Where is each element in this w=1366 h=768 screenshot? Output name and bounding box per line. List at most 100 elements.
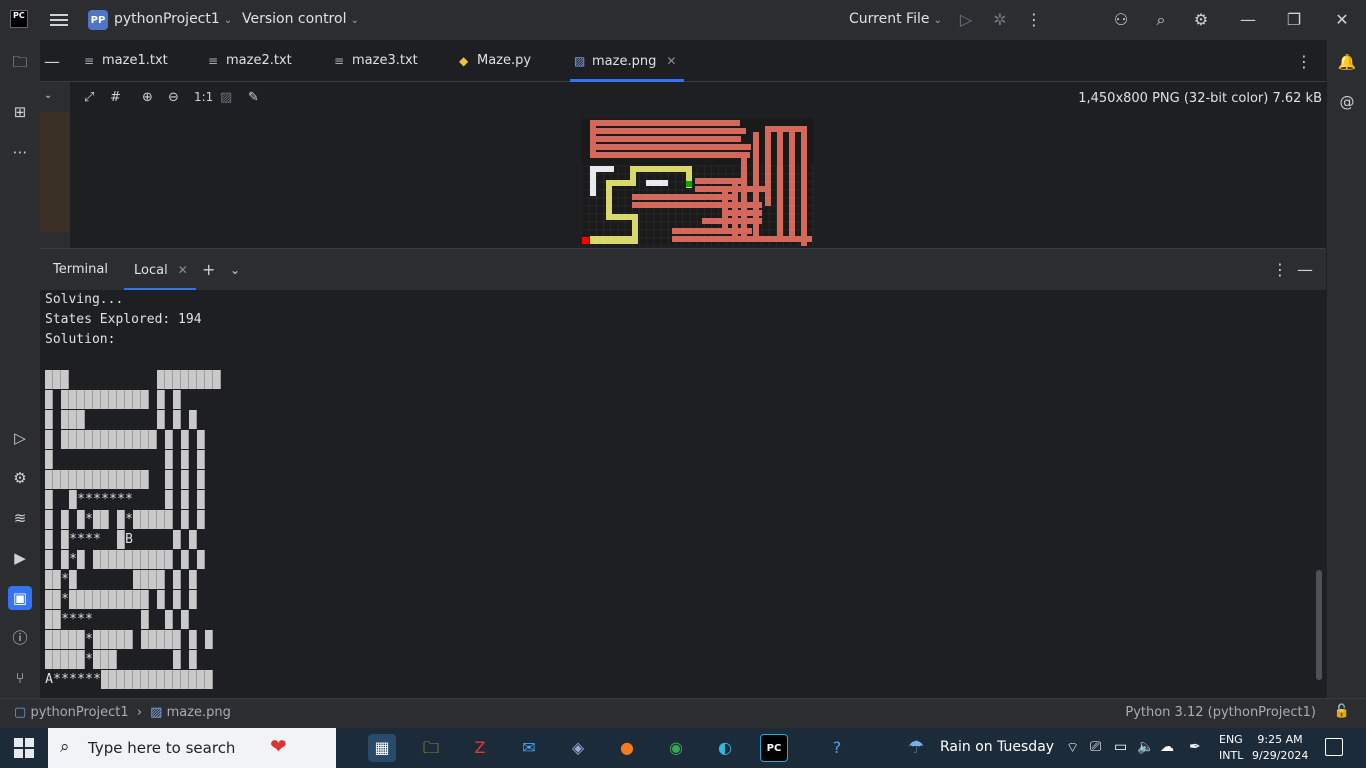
layers-icon[interactable]: ≋: [8, 506, 32, 530]
maze-wall-block: [801, 126, 807, 246]
help-icon[interactable]: ?: [823, 734, 851, 762]
maze-wall-cell: [77, 410, 85, 429]
maze-wall-cell: [189, 570, 197, 589]
interpreter-selector[interactable]: Python 3.12 (pythonProject1): [1125, 705, 1316, 720]
ai-assistant-icon[interactable]: @: [1335, 90, 1359, 114]
tab-maze2-txt[interactable]: ≡ maze2.txt: [204, 40, 292, 82]
windows-start-icon[interactable]: [14, 738, 34, 758]
debug-icon[interactable]: ✲: [990, 10, 1010, 30]
lock-icon[interactable]: 🔓: [1334, 704, 1350, 719]
minimize-icon[interactable]: —: [1238, 10, 1258, 30]
edge-icon[interactable]: ◐: [711, 734, 739, 762]
maze-cell: *: [85, 652, 93, 667]
project-badge[interactable]: PP: [88, 10, 108, 30]
meet-now-icon[interactable]: ⎚: [1090, 739, 1101, 755]
maze-wall-cell: [85, 430, 93, 449]
tab-maze1-txt[interactable]: ≡ maze1.txt: [80, 40, 168, 82]
grid-icon[interactable]: #: [110, 90, 121, 105]
weather-widget[interactable]: ☂ Rain on Tuesday: [908, 737, 1054, 758]
pen-icon[interactable]: ✒: [1189, 739, 1201, 755]
notes-app-icon[interactable]: ◈: [564, 734, 592, 762]
breadcrumb-project[interactable]: pythonProject1: [30, 705, 128, 720]
volume-icon[interactable]: 🔈: [1137, 739, 1154, 755]
problems-icon[interactable]: ⓘ: [8, 626, 32, 650]
maze-cell: [69, 510, 77, 529]
close-tab-icon[interactable]: ✕: [178, 263, 188, 277]
maze-cell: [165, 410, 173, 429]
maze-wall-cell: [181, 510, 189, 529]
maze-cell: *: [77, 492, 85, 507]
new-terminal-icon[interactable]: +: [202, 260, 215, 279]
maze-wall-cell: [173, 650, 181, 669]
terminal-options-icon[interactable]: ⋮: [1272, 260, 1288, 279]
maze-cell: [133, 410, 141, 429]
terminal-icon[interactable]: ▣: [8, 586, 32, 610]
notification-center-icon[interactable]: [1325, 738, 1343, 756]
taskbar-search[interactable]: ⌕ Type here to search ❤: [48, 728, 336, 768]
terminal-scrollbar[interactable]: [1316, 570, 1322, 680]
pycharm-taskbar-icon[interactable]: PC: [760, 734, 788, 762]
language-indicator[interactable]: ENG INTL: [1219, 732, 1243, 764]
more-tools-icon[interactable]: ⋯: [8, 140, 32, 164]
maze-wall-cell: [165, 370, 173, 389]
actual-size-button[interactable]: 1:1: [194, 90, 213, 104]
maze-cell: [149, 370, 157, 389]
color-picker-icon[interactable]: ✎: [248, 90, 259, 105]
run-tool-icon[interactable]: ▷: [8, 426, 32, 450]
maze-wall-cell: [189, 670, 197, 689]
maze-wall-cell: [85, 590, 93, 609]
zoom-out-icon[interactable]: ⊖: [168, 90, 179, 105]
expand-icon[interactable]: ⌄: [44, 90, 52, 101]
services-icon[interactable]: ▶: [8, 546, 32, 570]
chevron-down-icon[interactable]: ⌄: [230, 263, 240, 277]
notifications-icon[interactable]: 🔔: [1335, 50, 1359, 74]
maze-cell: [77, 570, 85, 589]
text-file-icon: ≡: [334, 54, 345, 68]
collapse-icon[interactable]: —: [44, 52, 60, 71]
chrome-icon[interactable]: ◉: [662, 734, 690, 762]
maze-cell: [181, 530, 189, 549]
onedrive-icon[interactable]: ☁: [1160, 739, 1174, 755]
close-tab-icon[interactable]: ✕: [666, 54, 676, 68]
main-menu-icon[interactable]: [50, 11, 68, 29]
battery-icon[interactable]: ▭: [1114, 739, 1127, 755]
file-explorer-icon[interactable]: 🗀: [417, 734, 445, 762]
tab-maze-png[interactable]: ▨ maze.png ✕: [570, 40, 684, 82]
run-config-selector[interactable]: Current File ⌄: [849, 11, 942, 27]
close-icon[interactable]: ✕: [1332, 10, 1352, 30]
maze-wall-cell: [93, 510, 101, 529]
maze-wall-block: [732, 178, 738, 238]
background-icon[interactable]: ▨: [220, 90, 232, 105]
maximize-icon[interactable]: ❐: [1284, 10, 1304, 30]
structure-icon[interactable]: ⊞: [8, 100, 32, 124]
terminal-output[interactable]: Solving... States Explored: 194 Solution…: [40, 290, 1326, 698]
firefox-icon[interactable]: ●: [613, 734, 641, 762]
microsoft-store-icon[interactable]: ▦: [368, 734, 396, 762]
terminal-tab-local[interactable]: Local ✕: [124, 249, 196, 291]
breadcrumb-file[interactable]: maze.png: [167, 705, 231, 720]
maze-wall-cell: [173, 630, 181, 649]
git-icon[interactable]: ⑂: [8, 666, 32, 690]
tab-maze-py[interactable]: ◆ Maze.py: [455, 40, 531, 82]
project-folder-icon[interactable]: 🗀: [8, 50, 32, 74]
maze-wall-cell: [189, 590, 197, 609]
settings-gear-icon[interactable]: ⚙: [1191, 10, 1211, 30]
maze-cell: [101, 450, 109, 469]
network-icon[interactable]: ⌔: [1066, 739, 1079, 757]
tab-maze3-txt[interactable]: ≡ maze3.txt: [330, 40, 418, 82]
zotero-icon[interactable]: Z: [466, 734, 494, 762]
fit-zoom-icon[interactable]: ⤢: [84, 90, 94, 105]
hide-panel-icon[interactable]: —: [1297, 260, 1313, 279]
zoom-in-icon[interactable]: ⊕: [142, 90, 153, 105]
maze-cell: [85, 410, 93, 429]
mail-icon[interactable]: ✉: [515, 734, 543, 762]
search-icon[interactable]: ⌕: [1151, 10, 1171, 30]
tabs-more-icon[interactable]: ⋮: [1296, 52, 1312, 71]
python-console-icon[interactable]: ⚙: [8, 466, 32, 490]
more-actions-icon[interactable]: ⋮: [1024, 10, 1044, 30]
project-selector[interactable]: pythonProject1 ⌄: [114, 11, 232, 27]
version-control-menu[interactable]: Version control ⌄: [242, 11, 359, 27]
add-user-icon[interactable]: ⚇: [1111, 10, 1131, 30]
run-icon[interactable]: ▷: [956, 10, 976, 30]
clock[interactable]: 9:25 AM 9/29/2024: [1252, 732, 1308, 764]
